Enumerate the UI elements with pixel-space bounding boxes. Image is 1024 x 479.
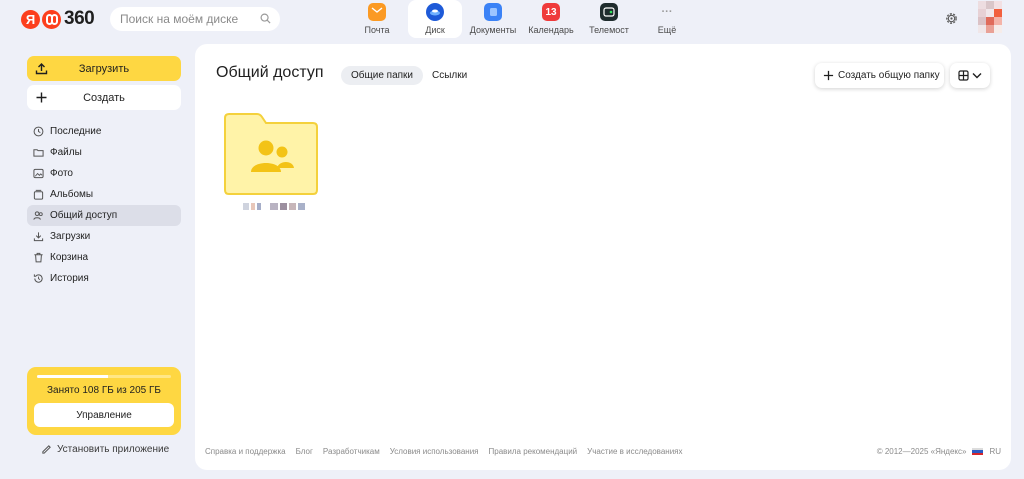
sidebar-item-label: Загрузки — [50, 231, 91, 242]
trash-icon — [34, 252, 43, 263]
gear-icon[interactable] — [944, 11, 959, 26]
search-input[interactable] — [120, 12, 250, 26]
sidebar-nav: Последние Файлы Фото Альбомы Общий досту… — [27, 121, 181, 289]
footer-link-developers[interactable]: Разработчикам — [323, 447, 380, 456]
mail-icon — [368, 3, 386, 21]
top-bar: Я 360 Почта Диск Документы 13 — [0, 0, 1024, 42]
upload-icon — [35, 63, 48, 75]
service-telemost[interactable]: Телемост — [582, 0, 636, 38]
download-icon — [33, 232, 44, 242]
sidebar-item-label: Общий доступ — [50, 210, 118, 221]
create-button[interactable]: Создать — [27, 85, 181, 110]
storage-usage-text: Занято 108 ГБ из 205 ГБ — [47, 385, 161, 396]
sidebar-item-albums[interactable]: Альбомы — [27, 184, 181, 205]
sidebar-item-label: История — [50, 273, 89, 284]
disk-icon — [426, 3, 444, 21]
install-app-label: Установить приложение — [57, 443, 170, 455]
clock-icon — [33, 126, 44, 137]
storage-panel: Занято 108 ГБ из 205 ГБ Управление — [27, 367, 181, 435]
service-mail[interactable]: Почта — [350, 0, 404, 38]
sidebar-item-trash[interactable]: Корзина — [27, 247, 181, 268]
footer-link-research[interactable]: Участие в исследованиях — [587, 447, 682, 456]
footer: Справка и поддержка Блог Разработчикам У… — [205, 447, 1001, 456]
sidebar-item-label: Корзина — [50, 252, 89, 263]
create-shared-folder-button[interactable]: Создать общую папку — [815, 63, 944, 88]
album-icon — [33, 189, 44, 200]
russia-flag-icon — [972, 448, 984, 455]
services-bar: Почта Диск Документы 13 Календарь Телемо… — [350, 0, 698, 42]
calendar-date-badge: 13 — [545, 6, 557, 18]
language-switch[interactable]: RU — [989, 447, 1001, 456]
create-label: Создать — [83, 91, 125, 104]
logo-ya: Я — [21, 9, 40, 29]
sidebar-item-label: Альбомы — [50, 189, 94, 200]
plus-icon — [823, 70, 834, 81]
sidebar-item-history[interactable]: История — [27, 268, 181, 289]
install-app-icon — [42, 444, 51, 454]
sidebar-item-label: Последние — [50, 126, 102, 137]
footer-link-terms[interactable]: Условия использования — [390, 447, 479, 456]
documents-icon — [484, 3, 502, 21]
service-label: Почта — [364, 25, 390, 35]
upload-label: Загрузить — [78, 62, 130, 75]
plus-icon — [36, 92, 47, 103]
sidebar-item-photo[interactable]: Фото — [27, 163, 181, 184]
manage-storage-button[interactable]: Управление — [34, 403, 174, 427]
sidebar: Загрузить Создать Последние Файлы Фото А… — [15, 44, 195, 470]
sidebar-item-label: Фото — [50, 168, 73, 179]
sidebar-item-downloads[interactable]: Загрузки — [27, 226, 181, 247]
calendar-icon: 13 — [542, 3, 560, 21]
folder-icon — [33, 149, 44, 157]
tab-links[interactable]: Ссылки — [422, 66, 477, 85]
service-calendar[interactable]: 13 Календарь — [524, 0, 578, 38]
page-title: Общий доступ — [216, 64, 324, 81]
chevron-down-icon — [972, 73, 982, 79]
logo-360-mark — [42, 9, 61, 29]
sidebar-item-recent[interactable]: Последние — [27, 121, 181, 142]
logo-360: 360 — [64, 8, 95, 29]
more-icon: ··· — [661, 6, 673, 18]
grid-view-icon — [958, 70, 969, 81]
view-mode-button[interactable] — [950, 63, 990, 88]
service-label: Диск — [425, 25, 445, 35]
sidebar-item-shared-access[interactable]: Общий доступ — [27, 205, 181, 226]
service-disk[interactable]: Диск — [408, 0, 462, 38]
service-more[interactable]: ··· Ещё — [640, 0, 694, 38]
folder-name-redacted — [243, 203, 305, 211]
tab-shared-folders[interactable]: Общие папки — [341, 66, 424, 85]
footer-link-blog[interactable]: Блог — [296, 447, 313, 456]
copyright: © 2012—2025 «Яндекс» — [876, 447, 967, 456]
shared-folder-icon[interactable] — [221, 110, 321, 198]
service-label: Документы — [469, 25, 517, 35]
main-content: Общий доступ Общие папки Ссылки Создать … — [195, 44, 1011, 470]
yandex-360-logo[interactable]: Я 360 — [21, 8, 95, 30]
footer-right: © 2012—2025 «Яндекс» RU — [877, 447, 1001, 456]
footer-link-help[interactable]: Справка и поддержка — [205, 447, 286, 456]
service-documents[interactable]: Документы — [466, 0, 520, 38]
footer-links: Справка и поддержка Блог Разработчикам У… — [205, 447, 683, 456]
install-app-link[interactable]: Установить приложение — [41, 442, 169, 456]
service-label: Календарь — [528, 25, 574, 35]
search-box — [110, 7, 280, 31]
telemost-icon — [600, 3, 618, 21]
photo-icon — [33, 168, 44, 179]
storage-progress-bar — [37, 375, 171, 378]
sidebar-item-files[interactable]: Файлы — [27, 142, 181, 163]
history-icon — [33, 274, 43, 283]
storage-progress-fill — [37, 375, 108, 378]
upload-button[interactable]: Загрузить — [27, 56, 181, 81]
sidebar-item-label: Файлы — [50, 147, 82, 158]
shared-access-icon — [33, 211, 43, 220]
service-label: Телемост — [589, 25, 629, 35]
service-label: Ещё — [657, 25, 677, 35]
avatar[interactable] — [978, 1, 1002, 33]
footer-link-recommendations[interactable]: Правила рекомендаций — [489, 447, 578, 456]
create-shared-folder-label: Создать общую папку — [838, 70, 940, 81]
search-icon[interactable] — [260, 13, 271, 24]
